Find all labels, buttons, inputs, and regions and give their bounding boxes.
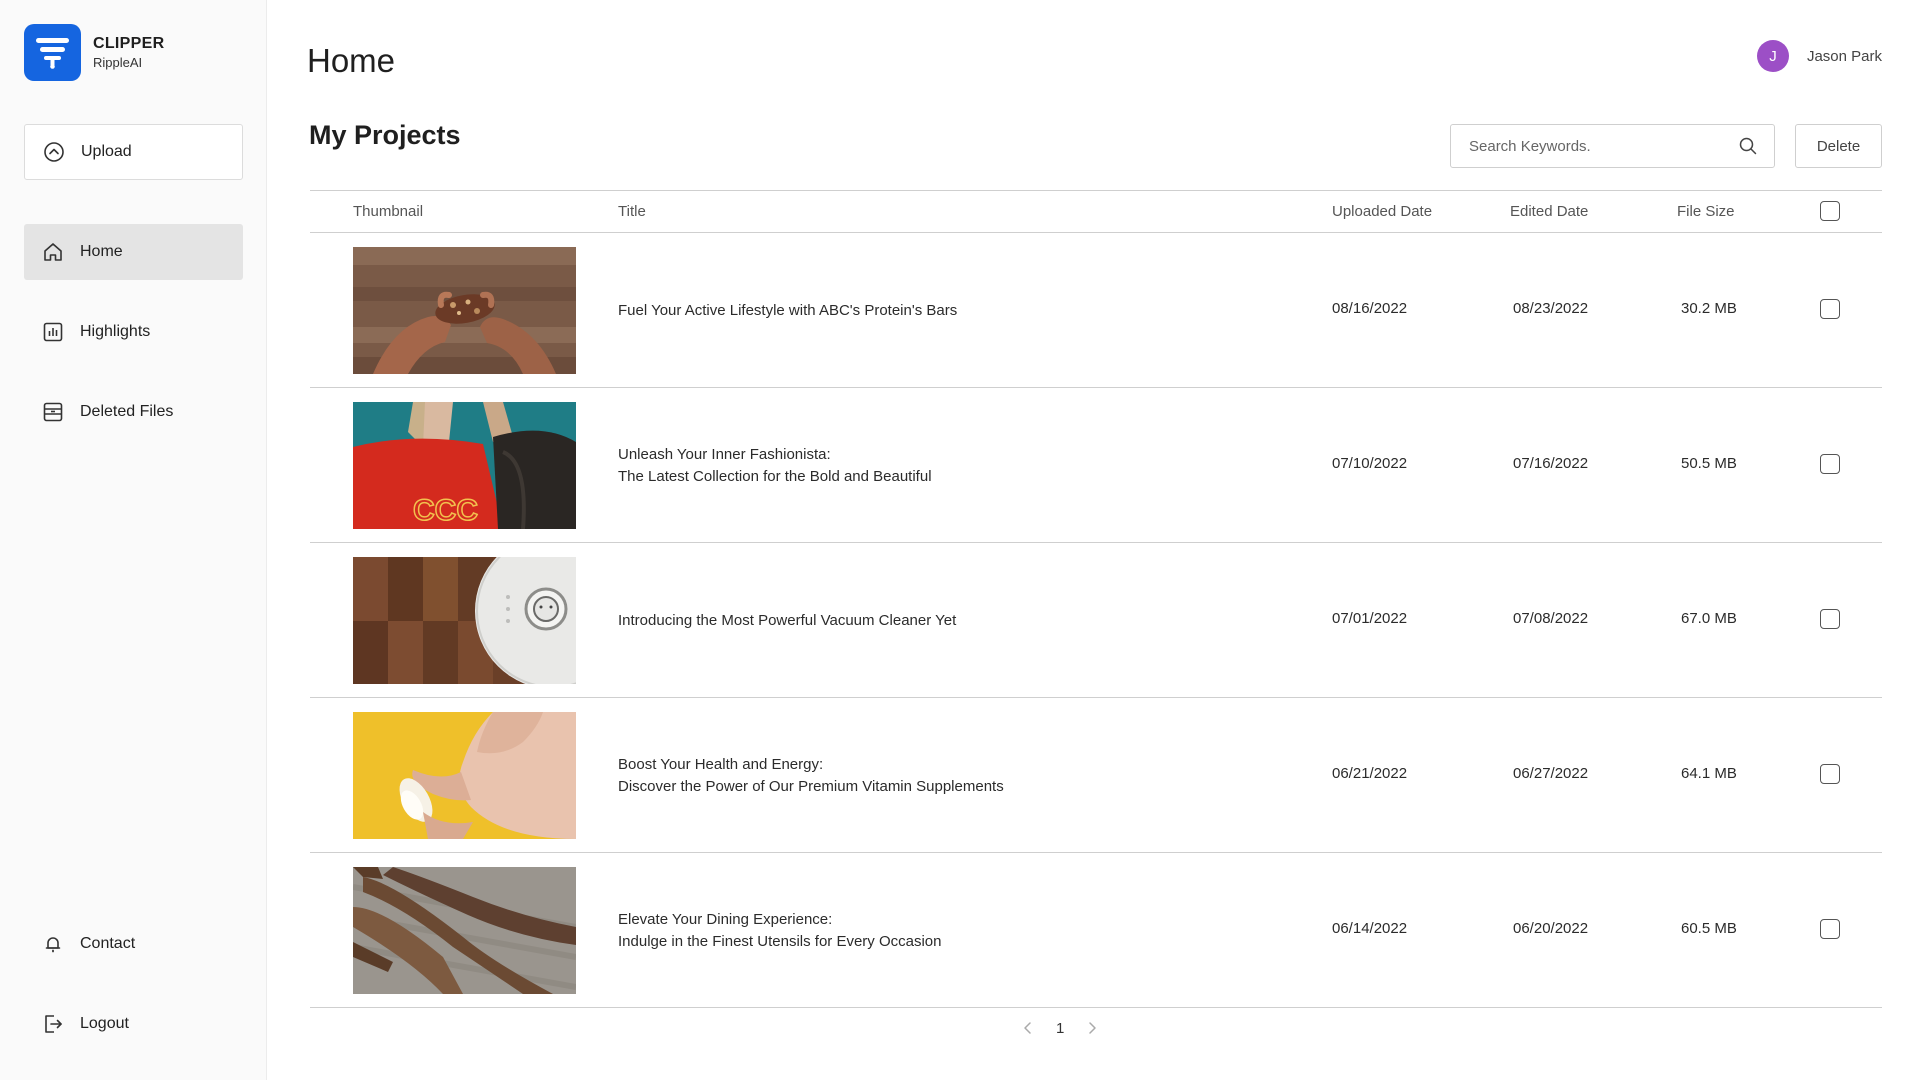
project-title[interactable]: Unleash Your Inner Fashionista: The Late… xyxy=(618,388,932,543)
upload-icon xyxy=(43,141,65,163)
column-header-file-size[interactable]: File Size xyxy=(1677,203,1735,220)
pagination: 1 xyxy=(1018,1018,1102,1038)
file-size: 50.5 MB xyxy=(1681,455,1737,472)
column-header-title[interactable]: Title xyxy=(618,203,646,220)
row-checkbox[interactable] xyxy=(1820,764,1840,784)
file-size: 67.0 MB xyxy=(1681,610,1737,627)
sidebar-item-label: Home xyxy=(80,243,123,260)
file-size: 30.2 MB xyxy=(1681,300,1737,317)
edited-date: 08/23/2022 xyxy=(1513,300,1589,317)
column-header-thumbnail: Thumbnail xyxy=(353,203,424,220)
table-row[interactable]: Boost Your Health and Energy: Discover t… xyxy=(310,698,1882,853)
bell-icon xyxy=(42,933,64,955)
uploaded-date: 07/01/2022 xyxy=(1332,610,1408,627)
edited-date: 07/08/2022 xyxy=(1513,610,1589,627)
project-title-line2: Indulge in the Finest Utensils for Every… xyxy=(618,932,942,950)
search-input[interactable] xyxy=(1469,137,1738,155)
table-row[interactable]: CCC Unleash Your Inner Fashionista: The … xyxy=(310,388,1882,543)
sidebar-item-label: Contact xyxy=(80,935,136,952)
table-row[interactable]: Introducing the Most Powerful Vacuum Cle… xyxy=(310,543,1882,698)
sidebar-item-label: Logout xyxy=(80,1015,129,1032)
edited-date: 06/27/2022 xyxy=(1513,765,1589,782)
fashion-thumbnail[interactable]: CCC xyxy=(353,402,576,529)
sidebar-item-label: Highlights xyxy=(80,323,151,340)
sidebar-item-contact[interactable]: Contact xyxy=(24,916,243,972)
page-number[interactable]: 1 xyxy=(1056,1020,1064,1037)
chevron-left-icon[interactable] xyxy=(1018,1018,1038,1038)
search-box[interactable] xyxy=(1450,124,1775,168)
delete-button[interactable]: Delete xyxy=(1795,124,1882,168)
trash-box-icon xyxy=(42,401,64,423)
brand[interactable]: CLIPPER RippleAI xyxy=(24,24,164,81)
protein-bar-thumbnail[interactable] xyxy=(353,247,576,374)
brand-subtitle: RippleAI xyxy=(93,55,143,70)
clipper-logo-icon xyxy=(24,24,81,81)
sidebar-item-highlights[interactable]: Highlights xyxy=(24,304,243,360)
project-title-line2: The Latest Collection for the Bold and B… xyxy=(618,467,932,485)
brand-name: CLIPPER xyxy=(93,35,165,52)
column-header-uploaded-date[interactable]: Uploaded Date xyxy=(1332,203,1432,220)
table-row[interactable]: Elevate Your Dining Experience: Indulge … xyxy=(310,853,1882,1008)
avatar[interactable]: J xyxy=(1756,40,1789,72)
project-title-line1: Fuel Your Active Lifestyle with ABC's Pr… xyxy=(618,301,958,319)
project-title-line1: Elevate Your Dining Experience: xyxy=(618,910,833,928)
project-title-line1: Unleash Your Inner Fashionista: xyxy=(618,445,831,463)
project-title[interactable]: Fuel Your Active Lifestyle with ABC's Pr… xyxy=(618,233,957,388)
select-all-checkbox[interactable] xyxy=(1820,201,1840,221)
robot-vacuum-thumbnail[interactable] xyxy=(353,557,576,684)
edited-date: 06/20/2022 xyxy=(1513,920,1589,937)
projects-table: Thumbnail Title Uploaded Date Edited Dat… xyxy=(310,190,1882,1008)
row-checkbox[interactable] xyxy=(1820,454,1840,474)
uploaded-date: 07/10/2022 xyxy=(1332,455,1408,472)
upload-button[interactable]: Upload xyxy=(24,124,243,180)
sidebar-item-deleted-files[interactable]: Deleted Files xyxy=(24,384,243,440)
project-title[interactable]: Boost Your Health and Energy: Discover t… xyxy=(618,698,1004,853)
page-title: Home xyxy=(307,42,396,79)
table-header: Thumbnail Title Uploaded Date Edited Dat… xyxy=(310,190,1882,233)
sidebar-item-label: Deleted Files xyxy=(80,403,174,420)
edited-date: 07/16/2022 xyxy=(1513,455,1589,472)
search-icon[interactable] xyxy=(1738,136,1758,156)
project-title[interactable]: Introducing the Most Powerful Vacuum Cle… xyxy=(618,543,956,698)
user-name: Jason Park xyxy=(1806,47,1882,65)
sidebar-item-home[interactable]: Home xyxy=(24,224,243,280)
uploaded-date: 06/21/2022 xyxy=(1332,765,1408,782)
project-title-line1: Introducing the Most Powerful Vacuum Cle… xyxy=(618,611,957,629)
sidebar: CLIPPER RippleAI Upload Home Highlights … xyxy=(0,0,267,1080)
uploaded-date: 08/16/2022 xyxy=(1332,300,1408,317)
file-size: 60.5 MB xyxy=(1681,920,1737,937)
project-title-line2: Discover the Power of Our Premium Vitami… xyxy=(618,777,1004,795)
upload-label: Upload xyxy=(81,143,132,160)
project-title-line1: Boost Your Health and Energy: xyxy=(618,755,824,773)
chevron-right-icon[interactable] xyxy=(1082,1018,1102,1038)
svg-text:CCC: CCC xyxy=(413,494,478,527)
vitamin-capsule-thumbnail[interactable] xyxy=(353,712,576,839)
file-size: 64.1 MB xyxy=(1681,765,1737,782)
row-checkbox[interactable] xyxy=(1820,919,1840,939)
column-header-edited-date[interactable]: Edited Date xyxy=(1510,203,1588,220)
table-row[interactable]: Fuel Your Active Lifestyle with ABC's Pr… xyxy=(310,233,1882,388)
uploaded-date: 06/14/2022 xyxy=(1332,920,1408,937)
logout-icon xyxy=(42,1013,64,1035)
row-checkbox[interactable] xyxy=(1820,609,1840,629)
section-title: My Projects xyxy=(309,120,461,150)
home-icon xyxy=(42,241,64,263)
sidebar-item-logout[interactable]: Logout xyxy=(24,996,243,1052)
chart-icon xyxy=(42,321,64,343)
row-checkbox[interactable] xyxy=(1820,299,1840,319)
wooden-utensils-thumbnail[interactable] xyxy=(353,867,576,994)
user-menu[interactable]: J Jason Park xyxy=(1756,40,1882,72)
project-title[interactable]: Elevate Your Dining Experience: Indulge … xyxy=(618,853,941,1008)
